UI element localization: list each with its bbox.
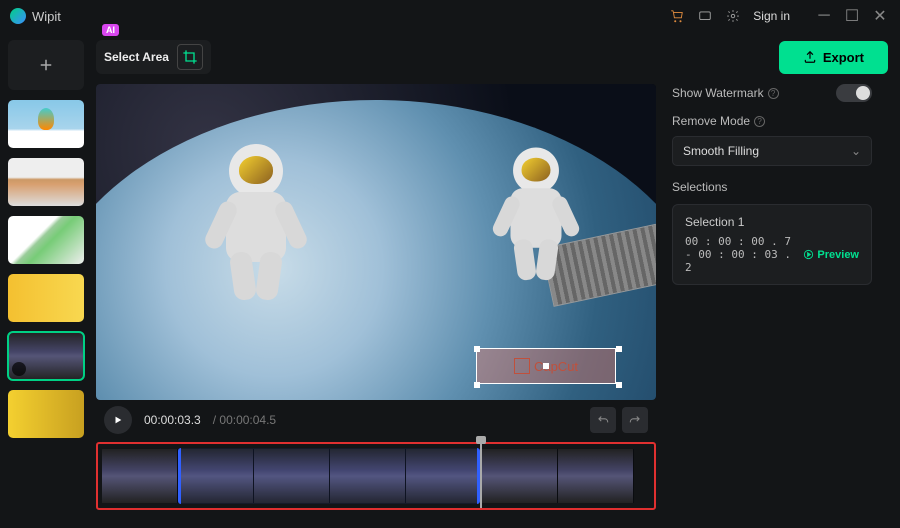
playback-controls: 00:00:03.3 / 00:00:04.5 xyxy=(96,400,656,440)
media-thumb-1[interactable] xyxy=(8,100,84,148)
watermark-text: CapCut xyxy=(534,359,578,374)
feedback-icon[interactable] xyxy=(697,8,713,24)
media-thumb-4[interactable] xyxy=(8,274,84,322)
playhead[interactable] xyxy=(480,436,482,508)
selections-title: Selections xyxy=(672,180,872,194)
selection-range: 00 : 00 : 00 . 7 - 00 : 00 : 03 . 2 xyxy=(685,235,793,274)
media-thumb-3[interactable] xyxy=(8,216,84,264)
remove-mode-select[interactable]: Smooth Filling ⌄ xyxy=(672,136,872,166)
titlebar-right: Sign in ─ ☐ ✕ xyxy=(669,6,890,26)
titlebar: Wipit Sign in ─ ☐ ✕ xyxy=(0,0,900,32)
main: AI Select Area Export xyxy=(0,32,900,528)
preview-column: CapCut 00:00:03.3 / 00:00:04.5 xyxy=(96,84,656,528)
info-icon[interactable]: ? xyxy=(754,116,765,127)
redo-button[interactable] xyxy=(622,407,648,433)
remove-mode-value: Smooth Filling xyxy=(683,144,759,158)
minimize-button[interactable]: ─ xyxy=(814,6,834,26)
time-total: / 00:00:04.5 xyxy=(213,413,276,427)
close-button[interactable]: ✕ xyxy=(870,6,890,26)
selection-name: Selection 1 xyxy=(685,215,859,229)
app-title: Wipit xyxy=(32,9,61,24)
export-label: Export xyxy=(823,50,864,65)
maximize-button[interactable]: ☐ xyxy=(842,6,862,26)
right-panel: Show Watermark? Remove Mode? Smooth Fill… xyxy=(656,84,884,528)
app-logo xyxy=(10,8,26,24)
time-current: 00:00:03.3 xyxy=(144,413,201,427)
sidebar xyxy=(0,32,92,528)
play-button[interactable] xyxy=(104,406,132,434)
add-media-button[interactable] xyxy=(8,40,84,90)
chevron-down-icon: ⌄ xyxy=(851,144,861,158)
capcut-icon xyxy=(514,358,530,374)
preview-button[interactable]: Preview xyxy=(803,249,859,261)
media-thumb-6[interactable] xyxy=(8,390,84,438)
media-thumb-5[interactable] xyxy=(8,332,84,380)
topbar: AI Select Area Export xyxy=(96,40,896,74)
selection-range-row: 00 : 00 : 00 . 7 - 00 : 00 : 03 . 2 Prev… xyxy=(685,235,859,274)
ai-badge: AI xyxy=(102,24,119,36)
show-watermark-toggle[interactable] xyxy=(836,84,872,102)
timeline[interactable] xyxy=(96,442,656,510)
show-watermark-row: Show Watermark? xyxy=(672,84,872,102)
window-controls: ─ ☐ ✕ xyxy=(814,6,890,26)
media-thumb-2[interactable] xyxy=(8,158,84,206)
timeline-selection[interactable] xyxy=(178,448,480,504)
crop-icon xyxy=(177,44,203,70)
titlebar-left: Wipit xyxy=(10,8,61,24)
remove-mode-label: Remove Mode? xyxy=(672,114,872,128)
export-button[interactable]: Export xyxy=(779,41,888,74)
video-preview[interactable]: CapCut xyxy=(96,84,656,400)
cart-icon[interactable] xyxy=(669,8,685,24)
timeline-frame[interactable] xyxy=(102,449,178,503)
timeline-frame[interactable] xyxy=(482,449,558,503)
select-area-button[interactable]: AI Select Area xyxy=(96,40,211,74)
preview-area: CapCut 00:00:03.3 / 00:00:04.5 xyxy=(96,84,896,528)
info-icon[interactable]: ? xyxy=(768,88,779,99)
center-column: AI Select Area Export xyxy=(92,32,900,528)
timeline-frame[interactable] xyxy=(558,449,634,503)
show-watermark-label: Show Watermark? xyxy=(672,86,779,100)
watermark-selection-box[interactable]: CapCut xyxy=(476,348,616,384)
undo-button[interactable] xyxy=(590,407,616,433)
selection-card[interactable]: Selection 1 00 : 00 : 00 . 7 - 00 : 00 :… xyxy=(672,204,872,285)
settings-icon[interactable] xyxy=(725,8,741,24)
signin-link[interactable]: Sign in xyxy=(753,9,790,23)
select-area-label: Select Area xyxy=(104,50,169,64)
